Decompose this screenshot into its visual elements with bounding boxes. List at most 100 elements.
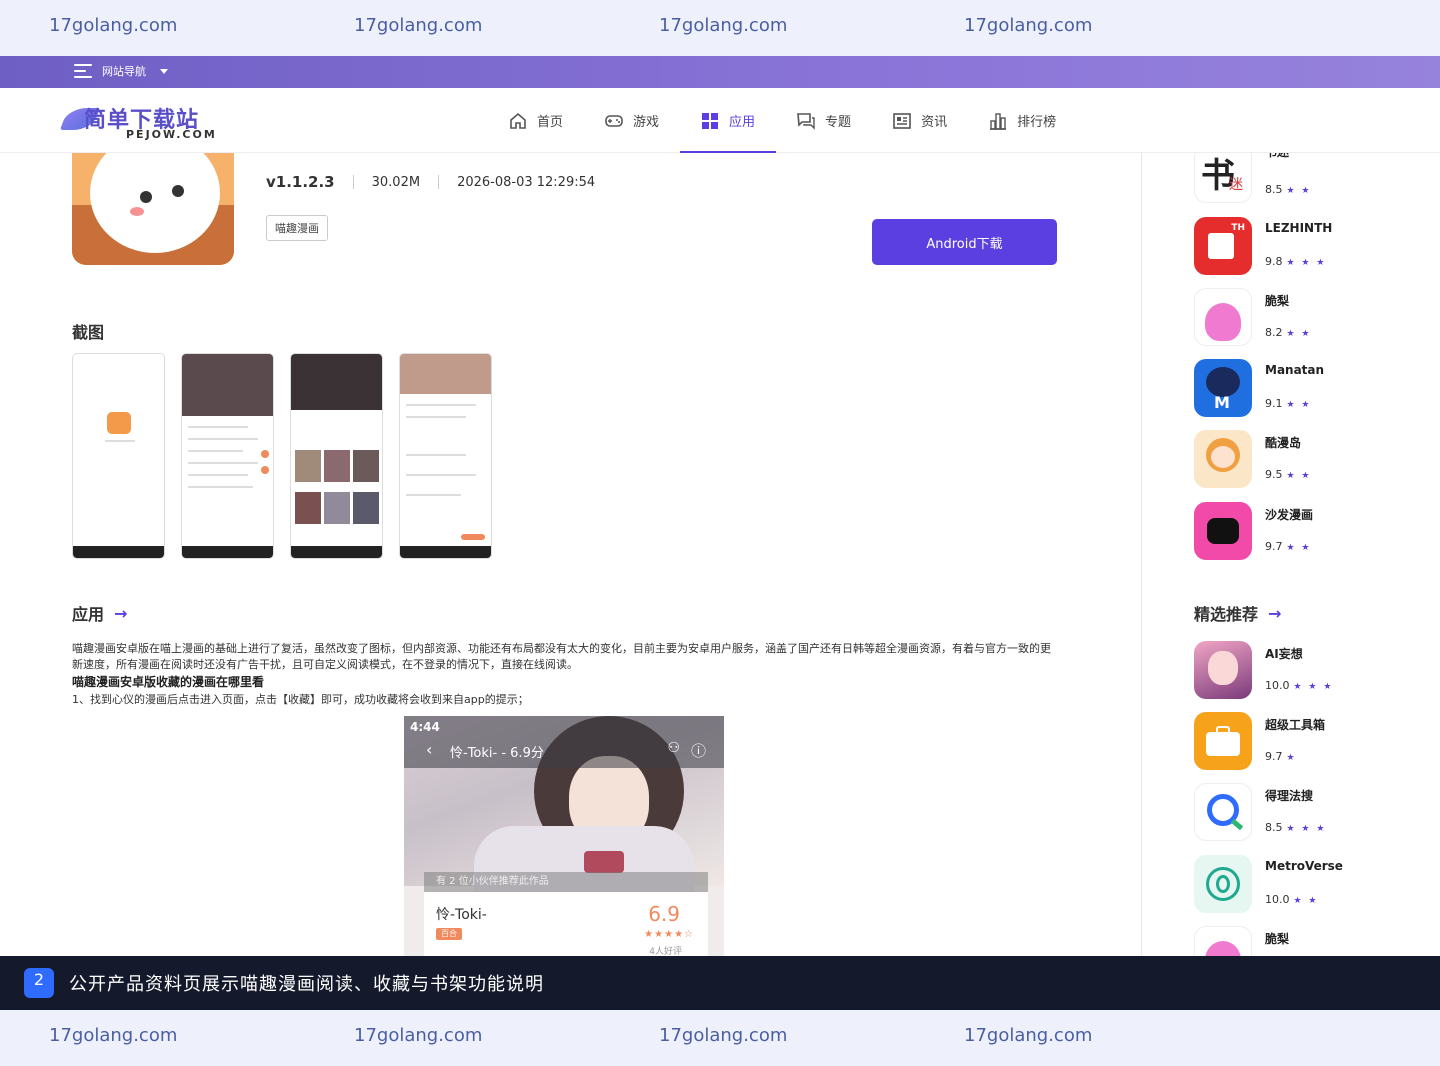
site-nav-label: 网站导航: [102, 65, 146, 78]
nav-label: 资讯: [921, 115, 948, 130]
sidebar-app-name: 书迷: [1265, 153, 1289, 160]
arrow-right-icon: →: [114, 603, 128, 623]
delifasou-icon: [1194, 783, 1252, 841]
nav-item-news[interactable]: 资讯: [872, 88, 968, 153]
featured-app-name: 脆梨: [1265, 932, 1290, 946]
site-logo[interactable]: 简单下载站 PEJOW.COM: [59, 102, 215, 142]
cuili-icon: [1194, 926, 1252, 956]
watermark-text: 17golang.com: [354, 1025, 483, 1046]
sidebar-app-name: LEZHINTH: [1265, 221, 1333, 235]
sidebar-app-name: 酷漫岛: [1265, 436, 1302, 450]
nav-item-apps[interactable]: 应用: [680, 88, 777, 153]
news-icon: [893, 112, 911, 129]
app-section-title[interactable]: 应用 →: [72, 601, 127, 625]
metroverse-icon: [1194, 855, 1252, 913]
sidebar-app-score: 9.7 ★ ★: [1265, 540, 1312, 553]
app-tag[interactable]: 喵趣漫画: [266, 215, 328, 241]
watermark-text: 17golang.com: [964, 15, 1093, 36]
phone-top-bar: 4:44 ‹ 怜-Toki- - 6.9分 ⓘ ⚇: [404, 716, 724, 768]
nav-item-games[interactable]: 游戏: [584, 88, 680, 153]
nav-item-topics[interactable]: 专题: [776, 88, 872, 153]
nav-label: 应用: [729, 115, 756, 130]
watermark-text: 17golang.com: [964, 1025, 1093, 1046]
toolbox-icon: [1194, 712, 1252, 770]
featured-app-name: 超级工具箱: [1265, 718, 1326, 732]
cat-cheek: [130, 207, 144, 216]
sidebar-app-item[interactable]: TH LEZHINTH 9.8 ★ ★ ★: [1194, 217, 1414, 277]
phone-work-card: 怜-Toki- 百合 6.9 ★★★★☆ 4人好评: [424, 892, 708, 956]
caption-bar: 2 公开产品资料页展示喵趣漫画阅读、收藏与书架功能说明: [0, 956, 1440, 1010]
sidebar-app-score: 8.5 ★ ★: [1265, 183, 1312, 196]
sidebar-app-name: Manatan: [1265, 363, 1325, 377]
sidebar-app-score: 8.2 ★ ★: [1265, 326, 1312, 339]
featured-app-score: 10.0 ★ ★: [1265, 893, 1319, 906]
sidebar-app-name: 沙发漫画: [1265, 508, 1314, 522]
chat-icon: [797, 112, 815, 130]
shafa-icon: [1194, 502, 1252, 560]
watermark-text: 17golang.com: [659, 15, 788, 36]
sidebar-divider: [1141, 153, 1142, 956]
kumandao-icon: [1194, 430, 1252, 488]
featured-title-text: 精选推荐: [1194, 605, 1259, 624]
screenshot-thumb[interactable]: [290, 353, 383, 559]
sidebar-app-item[interactable]: 书 迷 书迷 8.5★ ★: [1194, 153, 1414, 205]
sidebar-app-item[interactable]: 脆梨 8.2 ★ ★: [1194, 288, 1414, 348]
featured-app-name: MetroVerse: [1265, 859, 1343, 873]
chart-icon: [990, 112, 1007, 130]
home-icon: [510, 112, 526, 129]
featured-app-item[interactable]: AI妄想 10.0 ★ ★ ★: [1194, 641, 1414, 701]
sidebar-app-item[interactable]: M Manatan 9.1 ★ ★: [1194, 359, 1414, 419]
screenshot-thumb[interactable]: [72, 353, 165, 559]
main-content: v1.1.2.3 30.02M 2026-08-03 12:29:54 喵趣漫画…: [0, 153, 1440, 956]
featured-app-item[interactable]: 脆梨: [1194, 926, 1414, 956]
app-step-1: 1、找到心仪的漫画后点击进入页面，点击【收藏】即可，成功收藏将会收到来自app的…: [72, 693, 529, 706]
site-header: 简单下载站 PEJOW.COM 首页 游戏 应用 专题 资讯 排行榜: [0, 88, 1440, 153]
share-icon: ⚇: [667, 740, 680, 756]
shumi-icon: 书 迷: [1194, 153, 1252, 203]
nav-item-home[interactable]: 首页: [488, 88, 584, 153]
nav-item-ranking[interactable]: 排行榜: [968, 88, 1077, 153]
sidebar-app-item[interactable]: 沙发漫画 9.7 ★ ★: [1194, 502, 1414, 562]
featured-app-item[interactable]: 超级工具箱 9.7 ★: [1194, 712, 1414, 772]
phone-work-score: 6.9: [648, 902, 680, 926]
sidebar-app-item[interactable]: 酷漫岛 9.5 ★ ★: [1194, 430, 1414, 490]
featured-title[interactable]: 精选推荐 →: [1194, 601, 1281, 625]
featured-app-item[interactable]: 得理法搜 8.5 ★ ★ ★: [1194, 783, 1414, 843]
menu-icon: [74, 64, 94, 78]
arrow-right-icon: →: [1268, 603, 1282, 623]
sidebar-app-score: 9.5 ★ ★: [1265, 468, 1312, 481]
phone-work-title: 怜-Toki-: [436, 907, 487, 923]
android-download-button[interactable]: Android下载: [872, 219, 1057, 265]
cat-eye: [140, 191, 152, 203]
featured-app-score: 8.5 ★ ★ ★: [1265, 821, 1327, 834]
watermark-text: 17golang.com: [49, 1025, 178, 1046]
site-nav-button[interactable]: 网站导航: [74, 63, 168, 79]
illustration-ribbon: [584, 851, 624, 873]
screenshot-thumb[interactable]: [399, 353, 492, 559]
lezhin-icon: TH: [1194, 217, 1252, 275]
featured-app-score: 10.0 ★ ★ ★: [1265, 679, 1334, 692]
caption-number-badge: 2: [24, 968, 54, 998]
featured-app-item[interactable]: MetroVerse 10.0 ★ ★: [1194, 855, 1414, 915]
screenshot-thumb[interactable]: [181, 353, 274, 559]
watermark-text: 17golang.com: [659, 1025, 788, 1046]
featured-app-score: 9.7 ★: [1265, 750, 1297, 763]
manatan-icon: M: [1194, 359, 1252, 417]
sidebar-app-score: 9.1 ★ ★: [1265, 397, 1312, 410]
app-size: 30.02M: [371, 174, 421, 190]
app-updated: 2026-08-03 12:29:54: [457, 174, 596, 190]
phone-work-reviews: 4人好评: [649, 947, 682, 956]
phone-recommend: 有 2 位小伙伴推荐此作品: [424, 872, 708, 892]
nav-label: 首页: [537, 115, 564, 130]
phone-screenshot: 4:44 ‹ 怜-Toki- - 6.9分 ⓘ ⚇ 有 2 位小伙伴推荐此作品 …: [404, 716, 724, 956]
phone-status-time: 4:44: [410, 720, 440, 734]
featured-app-name: 得理法搜: [1265, 789, 1314, 803]
cat-eye: [172, 185, 184, 197]
app-section-title-text: 应用: [72, 605, 105, 624]
nav-label: 排行榜: [1017, 115, 1057, 130]
site-nav-strip: 网站导航: [0, 56, 1440, 88]
featured-app-name: AI妄想: [1265, 647, 1303, 661]
cuili-icon: [1194, 288, 1252, 346]
rating-stars-icon: ★★★★☆: [644, 929, 694, 940]
app-icon: [72, 153, 234, 265]
